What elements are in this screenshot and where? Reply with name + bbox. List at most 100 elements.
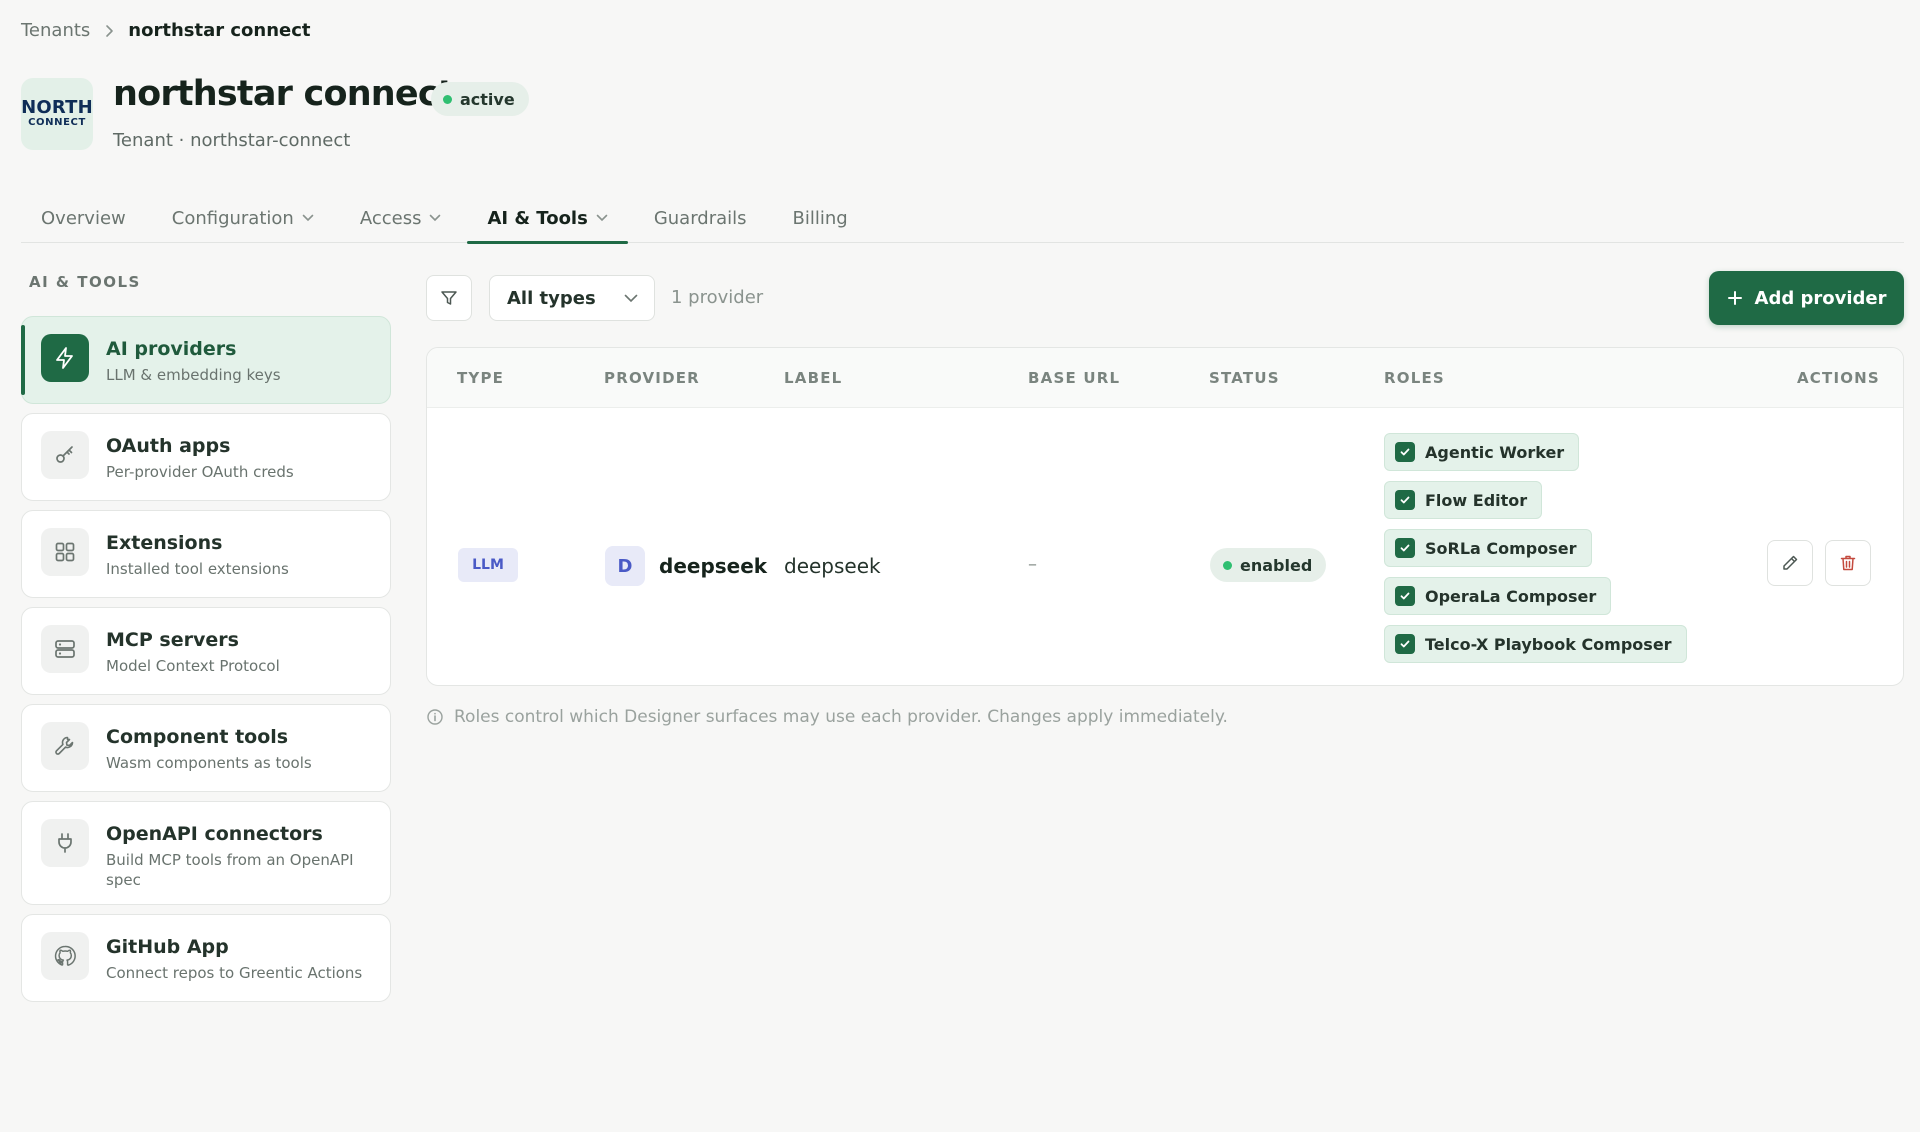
- tab-label: Access: [359, 207, 422, 229]
- pencil-icon: [1780, 553, 1800, 573]
- role-chip-operala-composer[interactable]: OperaLa Composer: [1384, 577, 1612, 615]
- checkbox-checked-icon[interactable]: [1395, 634, 1415, 654]
- github-icon: [41, 932, 89, 980]
- add-provider-label: Add provider: [1754, 287, 1887, 309]
- providers-table: TYPE PROVIDER LABEL BASE URL STATUS ROLE…: [426, 347, 1904, 686]
- provider-count: 1 provider: [671, 287, 764, 308]
- role-label: OperaLa Composer: [1425, 586, 1597, 606]
- role-chip-agentic-worker[interactable]: Agentic Worker: [1384, 433, 1580, 471]
- trash-icon: [1838, 553, 1858, 573]
- tenant-logo: NORTH CONNECT: [21, 78, 93, 150]
- sidebar-item-desc: Per-provider OAuth creds: [106, 463, 294, 481]
- tab-label: AI & Tools: [487, 207, 588, 229]
- role-label: Flow Editor: [1425, 490, 1528, 510]
- tab-guardrails[interactable]: Guardrails: [634, 193, 767, 243]
- tab-label: Configuration: [171, 207, 294, 229]
- edit-provider-button[interactable]: [1767, 540, 1813, 586]
- sidebar-item-desc: LLM & embedding keys: [106, 366, 281, 384]
- tab-billing[interactable]: Billing: [773, 193, 868, 243]
- page-title: northstar connect: [113, 74, 455, 114]
- sidebar-heading: AI & TOOLS: [29, 273, 141, 291]
- chevron-down-icon: [302, 214, 314, 222]
- sidebar-item-title: OAuth apps: [106, 435, 231, 457]
- chevron-down-icon: [596, 214, 608, 222]
- sidebar-item-extensions[interactable]: Extensions Installed tool extensions: [21, 510, 391, 598]
- column-header-base-url: BASE URL: [1028, 369, 1121, 387]
- chevron-down-icon: [624, 294, 638, 303]
- status-badge-label: active: [460, 89, 515, 109]
- footnote-text: Roles control which Designer surfaces ma…: [454, 707, 1228, 727]
- type-filter-value: All types: [507, 287, 596, 309]
- provider-name: deepseek: [659, 554, 768, 578]
- checkbox-checked-icon[interactable]: [1395, 538, 1415, 558]
- sidebar-item-title: Component tools: [106, 726, 289, 748]
- column-header-status: STATUS: [1209, 369, 1280, 387]
- type-filter-select[interactable]: All types: [489, 275, 655, 321]
- enabled-status-badge: enabled: [1210, 548, 1327, 582]
- tab-bar: Overview Configuration Access AI & Tools…: [21, 193, 1904, 244]
- tab-configuration[interactable]: Configuration: [152, 193, 334, 243]
- delete-provider-button[interactable]: [1825, 540, 1871, 586]
- checkbox-checked-icon[interactable]: [1395, 490, 1415, 510]
- base-url-value: –: [1028, 554, 1037, 575]
- sidebar-item-title: GitHub App: [106, 936, 229, 958]
- tab-label: Billing: [792, 207, 848, 229]
- filter-icon: [440, 289, 458, 307]
- column-header-label: LABEL: [784, 369, 843, 387]
- add-provider-button[interactable]: Add provider: [1709, 271, 1904, 325]
- status-label: enabled: [1240, 555, 1313, 575]
- checkbox-checked-icon[interactable]: [1395, 442, 1415, 462]
- roles-footnote: Roles control which Designer surfaces ma…: [426, 707, 1228, 727]
- sidebar-item-oauth-apps[interactable]: OAuth apps Per-provider OAuth creds: [21, 413, 391, 501]
- sidebar-item-ai-providers[interactable]: AI providers LLM & embedding keys: [21, 316, 391, 404]
- wrench-icon: [41, 722, 89, 770]
- server-icon: [41, 625, 89, 673]
- breadcrumb-tenants-link[interactable]: Tenants: [21, 20, 90, 41]
- sidebar-item-mcp-servers[interactable]: MCP servers Model Context Protocol: [21, 607, 391, 695]
- tab-access[interactable]: Access: [340, 193, 462, 243]
- sidebar-item-component-tools[interactable]: Component tools Wasm components as tools: [21, 704, 391, 792]
- tab-ai-tools[interactable]: AI & Tools: [467, 193, 629, 244]
- sidebar: AI providers LLM & embedding keys OAuth …: [21, 316, 391, 1002]
- status-badge: active: [431, 82, 529, 116]
- status-dot-icon: [1223, 560, 1232, 570]
- key-icon: [41, 431, 89, 479]
- tab-label: Overview: [41, 207, 126, 229]
- plus-icon: [1727, 290, 1743, 306]
- sidebar-item-title: OpenAPI connectors: [106, 823, 323, 845]
- role-chip-sorla-composer[interactable]: SoRLa Composer: [1384, 529, 1592, 567]
- sidebar-item-desc: Connect repos to Greentic Actions: [106, 964, 363, 982]
- plug-icon: [41, 819, 89, 867]
- role-chip-telco-x-playbook-composer[interactable]: Telco-X Playbook Composer: [1384, 625, 1687, 663]
- status-dot-icon: [443, 94, 452, 104]
- column-header-roles: ROLES: [1384, 369, 1445, 387]
- tab-overview[interactable]: Overview: [21, 193, 146, 243]
- breadcrumb-current: northstar connect: [128, 20, 311, 41]
- checkbox-checked-icon[interactable]: [1395, 586, 1415, 606]
- sidebar-item-title: Extensions: [106, 532, 223, 554]
- lightning-icon: [41, 334, 89, 382]
- provider-avatar: D: [605, 546, 645, 586]
- type-badge: LLM: [458, 548, 518, 582]
- provider-label: deepseek: [784, 554, 881, 578]
- filter-button[interactable]: [426, 275, 472, 321]
- sidebar-item-openapi-connectors[interactable]: OpenAPI connectors Build MCP tools from …: [21, 801, 391, 905]
- sidebar-item-desc: Model Context Protocol: [106, 657, 280, 675]
- grid-icon: [41, 528, 89, 576]
- sidebar-item-desc: Wasm components as tools: [106, 754, 312, 772]
- table-row: LLM D deepseek deepseek – enabled Agenti…: [427, 408, 1903, 685]
- sidebar-item-title: MCP servers: [106, 629, 239, 651]
- chevron-down-icon: [429, 214, 441, 222]
- chevron-right-icon: [104, 24, 114, 38]
- role-chip-flow-editor[interactable]: Flow Editor: [1384, 481, 1543, 519]
- table-header: TYPE PROVIDER LABEL BASE URL STATUS ROLE…: [427, 348, 1903, 408]
- sidebar-item-title: AI providers: [106, 338, 237, 360]
- logo-line-1: NORTH: [21, 97, 93, 118]
- tab-label: Guardrails: [653, 207, 747, 229]
- page-subtitle: Tenant · northstar-connect: [113, 130, 351, 151]
- sidebar-item-github-app[interactable]: GitHub App Connect repos to Greentic Act…: [21, 914, 391, 1002]
- info-icon: [426, 708, 444, 726]
- role-label: SoRLa Composer: [1425, 538, 1577, 558]
- column-header-provider: PROVIDER: [604, 369, 700, 387]
- role-label: Agentic Worker: [1425, 442, 1565, 462]
